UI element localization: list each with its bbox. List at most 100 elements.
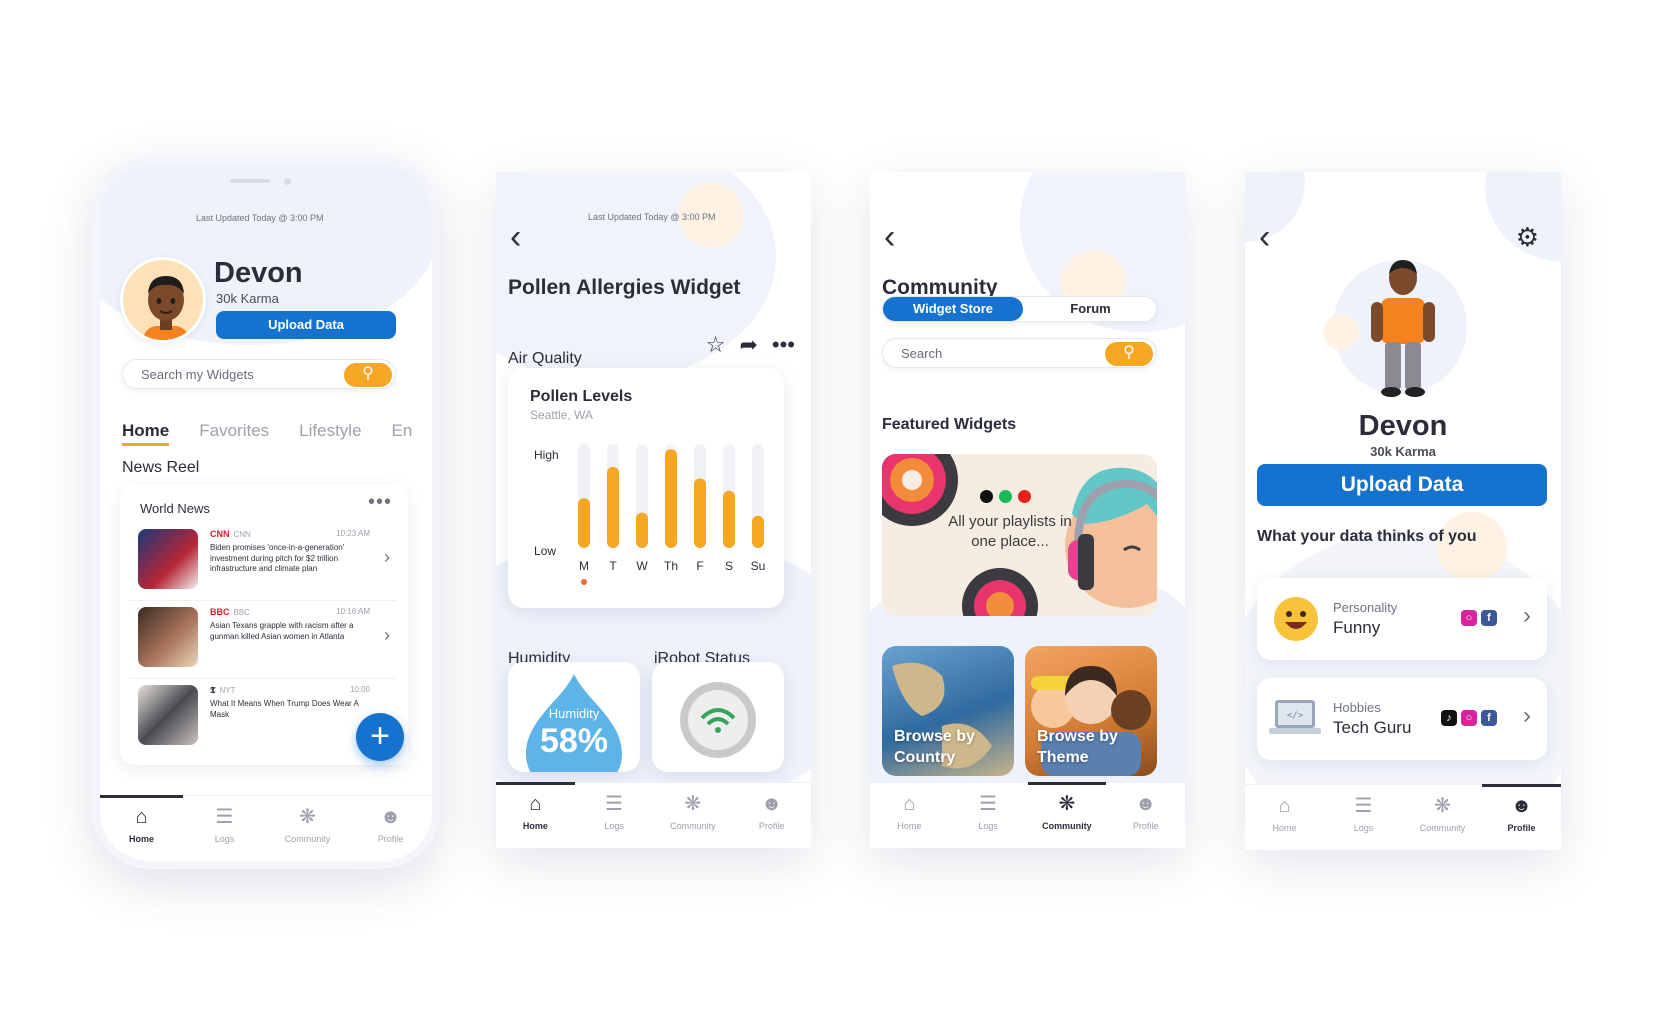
widget-search-bar: ⚲: [122, 359, 396, 389]
bottom-nav: ⌂ Home ☰ Logs ❋ Community ☻ Profile: [100, 795, 432, 861]
news-item[interactable]: BBC BBC 10:16 AM Asian Texans grapple wit…: [130, 601, 396, 679]
widget-actions: ☆ ➦ •••: [706, 332, 795, 358]
news-item[interactable]: 𝕿 NYT 10:00 What It Means When Trump Does…: [130, 679, 396, 757]
nav-home[interactable]: ⌂ Home: [870, 783, 949, 848]
tab-favorites[interactable]: Favorites: [199, 421, 269, 446]
tab-home[interactable]: Home: [122, 421, 170, 446]
pollen-bar[interactable]: [694, 478, 706, 548]
pollen-bar-chart: M T W Th F S Su: [578, 444, 765, 585]
nav-logs[interactable]: ☰ Logs: [183, 796, 266, 861]
home-icon: ⌂: [135, 806, 148, 828]
news-item[interactable]: CNN CNN 10:23 AM Biden promises 'once-in-…: [130, 523, 396, 601]
user-icon: ☻: [379, 806, 402, 828]
search-icon: ⚲: [1123, 344, 1135, 361]
last-updated-text: Last Updated Today @ 3:00 PM: [588, 212, 716, 222]
speaker-grille: [230, 179, 270, 183]
humidity-label: Humidity: [548, 706, 600, 721]
chevron-right-icon: ›: [1523, 702, 1531, 729]
robot-vacuum-icon: [680, 682, 756, 758]
user-icon: ☻: [761, 793, 783, 815]
search-input[interactable]: [901, 346, 1101, 361]
chevron-right-icon: ›: [384, 625, 390, 645]
back-chevron-icon[interactable]: ‹: [510, 220, 521, 254]
search-input[interactable]: [141, 367, 341, 382]
featured-widget-banner[interactable]: All your playlists in one place...: [882, 454, 1157, 616]
back-chevron-icon[interactable]: ‹: [1259, 220, 1270, 254]
irobot-card[interactable]: [652, 662, 784, 772]
search-button[interactable]: ⚲: [1105, 342, 1153, 366]
nav-community[interactable]: ❋ Community: [1027, 782, 1107, 848]
pollen-bar[interactable]: [723, 490, 735, 548]
x-tick-label: T: [609, 559, 617, 573]
browse-by-country-card[interactable]: Browse by Country: [882, 646, 1014, 776]
nav-community[interactable]: ❋ Community: [266, 796, 349, 861]
laptop-icon: </>: [1269, 700, 1321, 734]
star-icon[interactable]: ☆: [706, 332, 726, 358]
selected-day-dot: [581, 579, 587, 585]
widget-detail-screen: Last Updated Today @ 3:00 PM ‹ Pollen Al…: [496, 172, 811, 848]
nav-profile[interactable]: ☻ Profile: [349, 796, 432, 861]
nav-profile[interactable]: ☻ Profile: [732, 783, 811, 848]
more-options-icon[interactable]: •••: [368, 491, 392, 514]
browse-by-theme-card[interactable]: Browse by Theme: [1025, 646, 1157, 776]
search-button[interactable]: ⚲: [344, 363, 392, 387]
x-tick-label: F: [696, 559, 703, 573]
segmented-control: Widget Store Forum: [882, 296, 1157, 322]
hobbies-card[interactable]: </> Hobbies Tech Guru ♪ ○ f ›: [1257, 678, 1547, 760]
browse-country-label: Browse by Country: [894, 728, 975, 766]
music-service-icons: [980, 490, 1031, 503]
avatar-figure-icon[interactable]: [1365, 258, 1441, 398]
nav-logs[interactable]: ☰ Logs: [575, 783, 654, 848]
pollen-bar[interactable]: [752, 515, 764, 548]
nav-profile[interactable]: ☻ Profile: [1106, 783, 1185, 848]
tab-forum[interactable]: Forum: [1023, 297, 1158, 321]
news-headline: Biden promises 'once-in-a-generation' in…: [210, 543, 345, 573]
personality-card[interactable]: Personality Funny ○ f ›: [1257, 578, 1547, 660]
news-thumbnail: [138, 607, 198, 667]
avatar[interactable]: [120, 257, 206, 343]
nav-profile[interactable]: ☻ Profile: [1482, 784, 1561, 850]
search-icon: ⚲: [362, 365, 374, 382]
add-widget-button[interactable]: +: [356, 713, 404, 761]
user-icon: ☻: [1510, 795, 1533, 817]
nav-community[interactable]: ❋ Community: [1403, 785, 1482, 850]
playlist-tagline: All your playlists in one place...: [948, 513, 1072, 550]
more-options-icon[interactable]: •••: [772, 332, 795, 358]
news-time: 10:23 AM: [336, 529, 370, 538]
tab-lifestyle[interactable]: Lifestyle: [299, 421, 361, 446]
news-source: BBC BBC: [210, 607, 250, 617]
y-label-low: Low: [534, 544, 557, 558]
user-name: Devon: [1358, 410, 1448, 442]
air-quality-label: Air Quality: [508, 350, 582, 367]
upload-data-button[interactable]: Upload Data: [1257, 464, 1547, 506]
bottom-nav: ⌂ Home ☰ Logs ❋ Community ☻ Profile: [1245, 784, 1561, 850]
nav-community[interactable]: ❋ Community: [654, 783, 733, 848]
user-name: Devon: [214, 257, 303, 289]
nav-logs[interactable]: ☰ Logs: [1324, 785, 1403, 850]
facebook-icon: f: [1481, 710, 1497, 726]
home-icon: ⌂: [529, 793, 542, 815]
pollen-bar[interactable]: [607, 466, 619, 548]
youtube-icon: [1018, 490, 1031, 503]
humidity-card[interactable]: Humidity 58%: [508, 662, 640, 772]
nav-logs[interactable]: ☰ Logs: [949, 783, 1028, 848]
share-icon[interactable]: ➦: [739, 332, 757, 358]
nav-home[interactable]: ⌂ Home: [496, 782, 575, 848]
home-screen: Last Updated Today @ 3:00 PM Devon 30k K…: [92, 157, 440, 869]
community-search-bar: ⚲: [882, 338, 1157, 368]
nav-home[interactable]: ⌂ Home: [100, 795, 183, 861]
paw-icon: ❋: [1058, 793, 1076, 815]
upload-data-button[interactable]: Upload Data: [216, 311, 396, 339]
news-source: CNN CNN: [210, 529, 251, 539]
nav-home[interactable]: ⌂ Home: [1245, 785, 1324, 850]
pollen-bar[interactable]: [636, 512, 648, 548]
pollen-bar[interactable]: [578, 498, 590, 548]
pollen-bar[interactable]: [665, 449, 677, 548]
gear-icon[interactable]: ⚙: [1516, 222, 1539, 253]
news-thumbnail: [138, 529, 198, 589]
tab-widget-store[interactable]: Widget Store: [883, 297, 1023, 321]
back-chevron-icon[interactable]: ‹: [884, 220, 895, 254]
bottom-nav: ⌂ Home ☰ Logs ❋ Community ☻ Profile: [496, 782, 811, 848]
home-icon: ⌂: [1278, 795, 1291, 817]
tab-entertainment[interactable]: En: [392, 421, 413, 446]
